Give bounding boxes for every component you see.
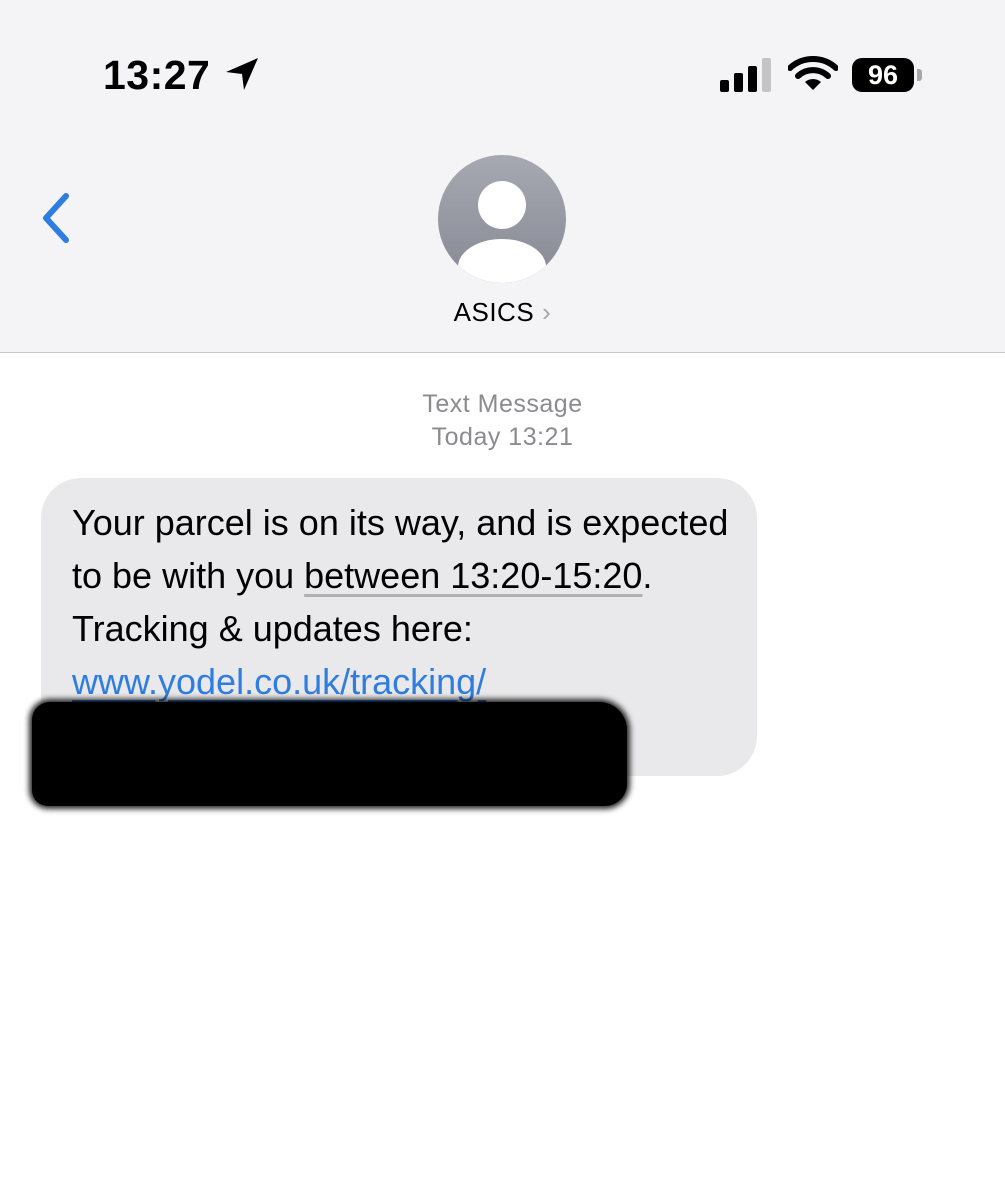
message-type-label: Text Message xyxy=(422,390,583,418)
person-icon xyxy=(458,181,546,283)
chevron-left-icon[interactable] xyxy=(36,190,80,250)
status-time: 13:27 xyxy=(103,52,211,98)
delivery-window-link[interactable]: between 13:20-15:20 xyxy=(304,555,642,596)
message-timestamp: Today 13:21 xyxy=(431,423,574,451)
chevron-right-icon: › xyxy=(542,297,552,327)
conversation-header: 13:27 96 ASICS › xyxy=(0,0,1005,353)
contact-name-button[interactable]: ASICS › xyxy=(0,294,1005,330)
wifi-icon xyxy=(788,56,838,90)
message-text: Your parcel is on its way, and is expect… xyxy=(72,496,742,708)
tracking-link[interactable]: www.yodel.co.uk/tracking/ xyxy=(72,661,486,702)
redaction-mark xyxy=(32,702,627,806)
location-arrow-icon xyxy=(226,58,258,90)
contact-avatar[interactable] xyxy=(438,155,566,283)
battery-cap xyxy=(917,69,922,81)
contact-name: ASICS xyxy=(453,297,535,327)
battery-indicator: 96 xyxy=(852,58,914,92)
cellular-signal-icon xyxy=(720,58,771,92)
